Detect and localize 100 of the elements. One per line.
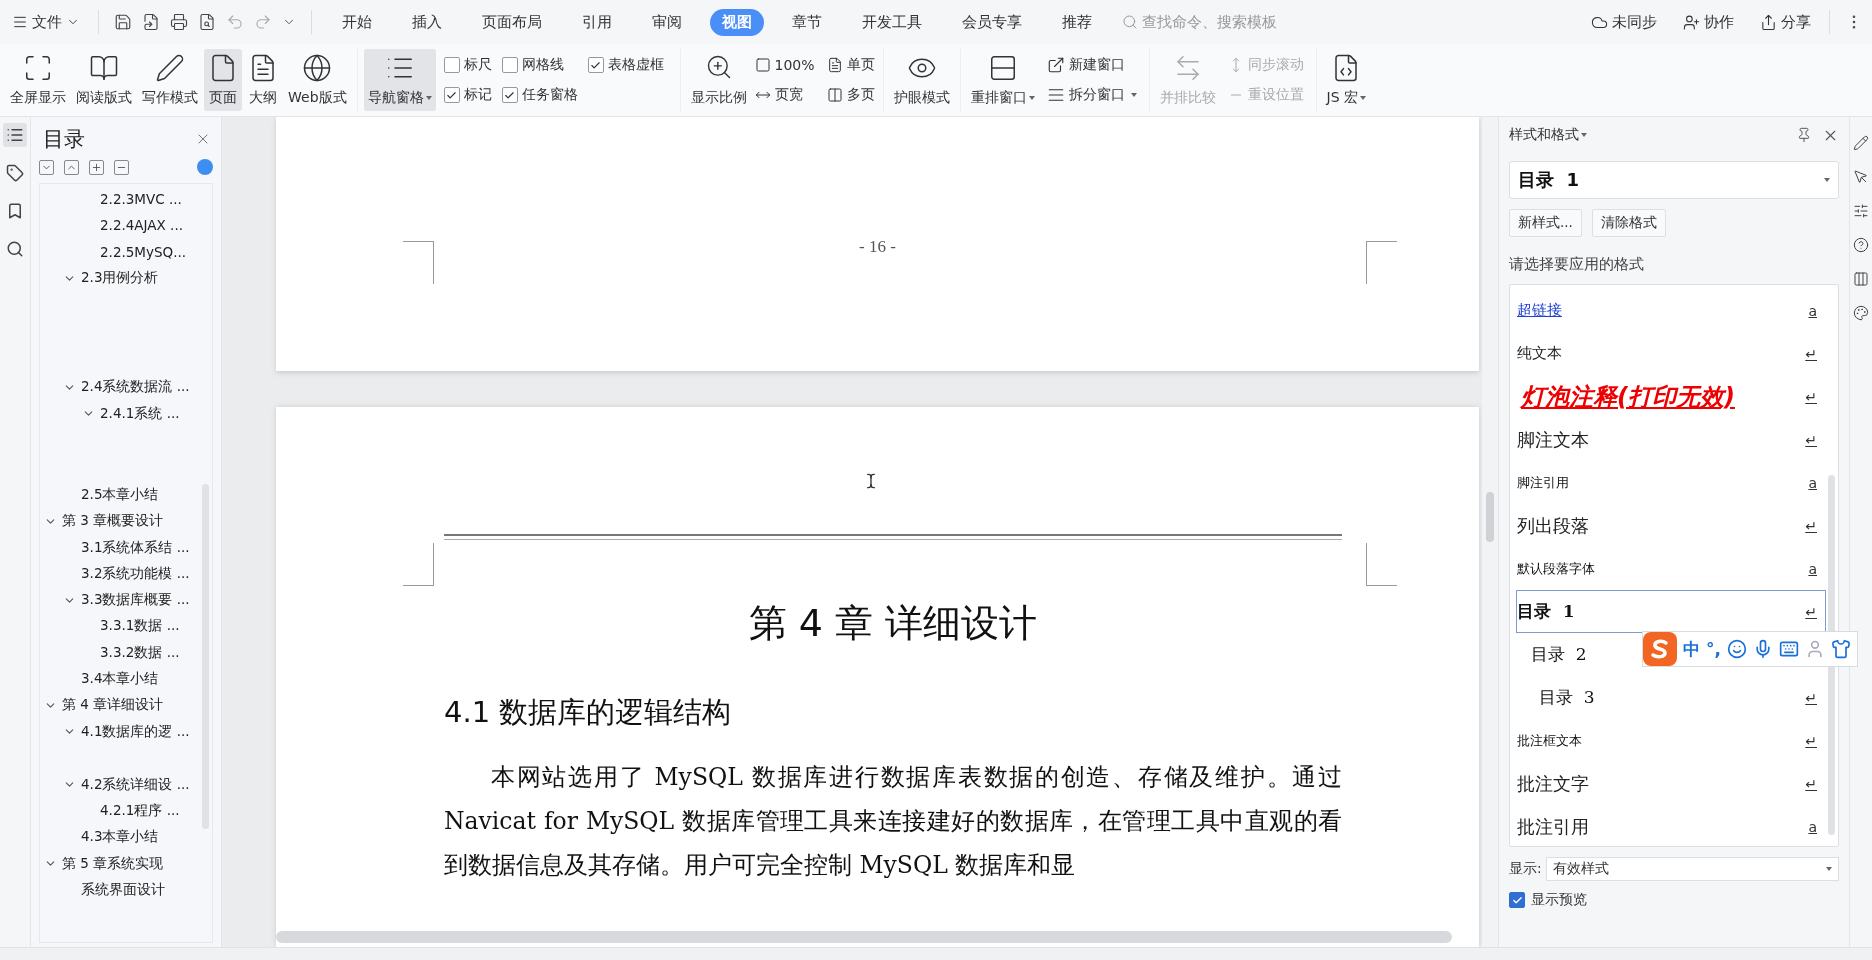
window-option[interactable]: 新建窗口 <box>1044 54 1139 76</box>
palette-icon[interactable] <box>1853 305 1869 321</box>
toc-item[interactable]: 3.3.2数据 ... <box>100 643 180 662</box>
scrollbar[interactable] <box>1828 475 1835 835</box>
show-select[interactable]: 有效样式 <box>1545 857 1839 881</box>
columns-icon[interactable] <box>1853 271 1869 287</box>
toolbar-button[interactable]: 未同步 <box>1585 11 1663 33</box>
toc-item[interactable]: 3.2系统功能模 ... <box>81 564 190 583</box>
style-button[interactable]: 清除格式 <box>1591 209 1666 237</box>
zoom-button[interactable]: 显示比例 <box>686 49 751 111</box>
style-item[interactable]: 纯文本 ↵ <box>1516 332 1826 375</box>
zoom-option[interactable]: 100% <box>752 54 817 76</box>
remove-button[interactable] <box>114 159 129 175</box>
toc-item[interactable]: 2.4.1系统 ... <box>100 404 180 423</box>
style-select[interactable]: 目录 1 <box>1509 161 1839 199</box>
split-icon[interactable] <box>1046 86 1065 104</box>
assistant-icon[interactable] <box>197 159 213 175</box>
style-item[interactable]: 灯泡注释(打印无效) ↵ <box>1516 375 1826 418</box>
view-button[interactable]: 全屏显示 <box>6 49 70 111</box>
style-button[interactable]: 新样式... <box>1509 209 1582 237</box>
style-item[interactable]: 脚注引用 a <box>1516 461 1826 504</box>
help-icon[interactable] <box>1853 237 1869 253</box>
expand-button[interactable] <box>64 159 79 175</box>
toc-item[interactable]: 4.3本章小结 <box>81 828 159 847</box>
add-button[interactable] <box>89 159 104 175</box>
style-item[interactable]: 批注框文本 ↵ <box>1516 719 1826 762</box>
checkbox-label[interactable]: 表格虚框 <box>607 56 664 74</box>
toc-item[interactable]: 4.2系统详细设 ... <box>81 775 190 794</box>
style-item[interactable]: 批注文字 ↵ <box>1516 762 1826 805</box>
ribbon-tab[interactable]: 引用 <box>570 8 624 36</box>
toc-item[interactable]: 3.1系统体系结 ... <box>81 538 190 557</box>
checkbox-label[interactable]: 标尺 <box>463 56 492 74</box>
style-item[interactable]: 批注引用 a <box>1516 805 1826 848</box>
style-item[interactable]: 默认段落字体 a <box>1516 547 1826 590</box>
view-button[interactable]: 页面 <box>204 49 242 111</box>
panel-title[interactable]: 样式和格式 <box>1509 126 1587 144</box>
input-mode-toggle[interactable]: 中 <box>1683 637 1700 661</box>
pointer-icon[interactable] <box>1853 169 1869 185</box>
view-button[interactable]: Web版式 <box>284 49 351 111</box>
zoom-option[interactable]: 页宽 <box>752 84 817 106</box>
toc-item[interactable]: 3.3.1数据 ... <box>100 617 180 636</box>
checkbox[interactable] <box>501 57 518 73</box>
globe-icon[interactable] <box>302 53 333 83</box>
caret-icon[interactable] <box>1360 96 1367 100</box>
smiley-icon[interactable] <box>1726 639 1747 659</box>
view-button[interactable]: 阅读版式 <box>72 49 136 111</box>
toolbar-button[interactable]: 分享 <box>1754 11 1817 33</box>
toc-icon[interactable] <box>3 123 27 147</box>
toc-item[interactable]: 2.3用例分析 <box>81 269 159 288</box>
toc-item[interactable]: 2.2.4AJAX ... <box>100 217 183 234</box>
checkbox-label[interactable]: 网格线 <box>521 56 564 74</box>
add-user-icon[interactable] <box>1683 13 1700 31</box>
window-option[interactable]: 拆分窗口 <box>1044 84 1139 106</box>
shirt-icon[interactable] <box>1830 639 1851 659</box>
checkbox-label[interactable]: 任务窗格 <box>521 86 578 104</box>
toc-item[interactable]: 4.1数据库的逻 ... <box>81 722 190 741</box>
ribbon-tab[interactable]: 开始 <box>330 8 384 36</box>
style-item[interactable]: 脚注文本 ↵ <box>1516 418 1826 461</box>
style-item[interactable]: 列出段落 ↵ <box>1516 504 1826 547</box>
pen-icon[interactable] <box>155 53 185 83</box>
toc-item[interactable]: 2.2.5MySQ... <box>100 243 187 260</box>
caret-icon[interactable] <box>1028 96 1035 100</box>
macro-button[interactable]: JS 宏 <box>1322 49 1371 111</box>
toc-item[interactable]: 4.2.1程序 ... <box>100 802 180 821</box>
punctuation-toggle[interactable]: °, <box>1706 639 1721 659</box>
ribbon-tab[interactable]: 页面布局 <box>470 8 554 36</box>
new-window-icon[interactable] <box>1046 56 1065 74</box>
toc-item[interactable]: 2.2.3MVC ... <box>100 191 182 208</box>
zoom-option[interactable]: 多页 <box>824 84 877 106</box>
ribbon-tab[interactable]: 会员专享 <box>950 8 1034 36</box>
ribbon-tab[interactable]: 审阅 <box>640 8 694 36</box>
open-book-icon[interactable] <box>89 53 119 83</box>
caret-icon[interactable] <box>425 96 432 100</box>
toc-item[interactable]: 3.4本章小结 <box>81 670 159 688</box>
toc-item[interactable]: 第 4 章详细设计 <box>62 696 164 715</box>
two-pages-icon[interactable] <box>826 87 843 103</box>
toc-item[interactable]: 第 5 章系统实现 <box>62 854 164 873</box>
page-icon[interactable] <box>826 57 843 73</box>
ribbon-tab[interactable]: 章节 <box>780 8 834 36</box>
arrange-button[interactable]: 重排窗口 <box>966 49 1039 111</box>
toc-item[interactable]: 系统界面设计 <box>81 881 165 900</box>
toc-item[interactable]: 2.4系统数据流 ... <box>81 378 190 397</box>
toc-item[interactable]: 第 3 章概要设计 <box>62 512 164 531</box>
style-item[interactable]: 超链接 a <box>1516 289 1826 332</box>
toc-item[interactable]: 3.3数据库概要 ... <box>81 591 190 610</box>
toolbar-button[interactable]: 协作 <box>1677 11 1740 33</box>
horizontal-scrollbar[interactable] <box>276 931 1452 943</box>
ribbon-tab[interactable]: 插入 <box>400 8 454 36</box>
ime-logo-icon[interactable] <box>1643 632 1677 666</box>
collapse-button[interactable] <box>39 159 54 175</box>
view-button[interactable]: 写作模式 <box>138 49 202 111</box>
ribbon-tab[interactable]: 推荐 <box>1050 8 1104 36</box>
caret-icon[interactable] <box>1130 93 1137 97</box>
checkbox[interactable] <box>587 57 604 73</box>
sliders-icon[interactable] <box>1853 203 1869 219</box>
style-item[interactable]: 目录 3 ↵ <box>1516 676 1826 719</box>
checkbox-label[interactable]: 标记 <box>463 86 492 104</box>
share-icon[interactable] <box>1760 13 1777 31</box>
pencil-icon[interactable] <box>1853 135 1869 151</box>
checkbox[interactable] <box>443 87 460 103</box>
